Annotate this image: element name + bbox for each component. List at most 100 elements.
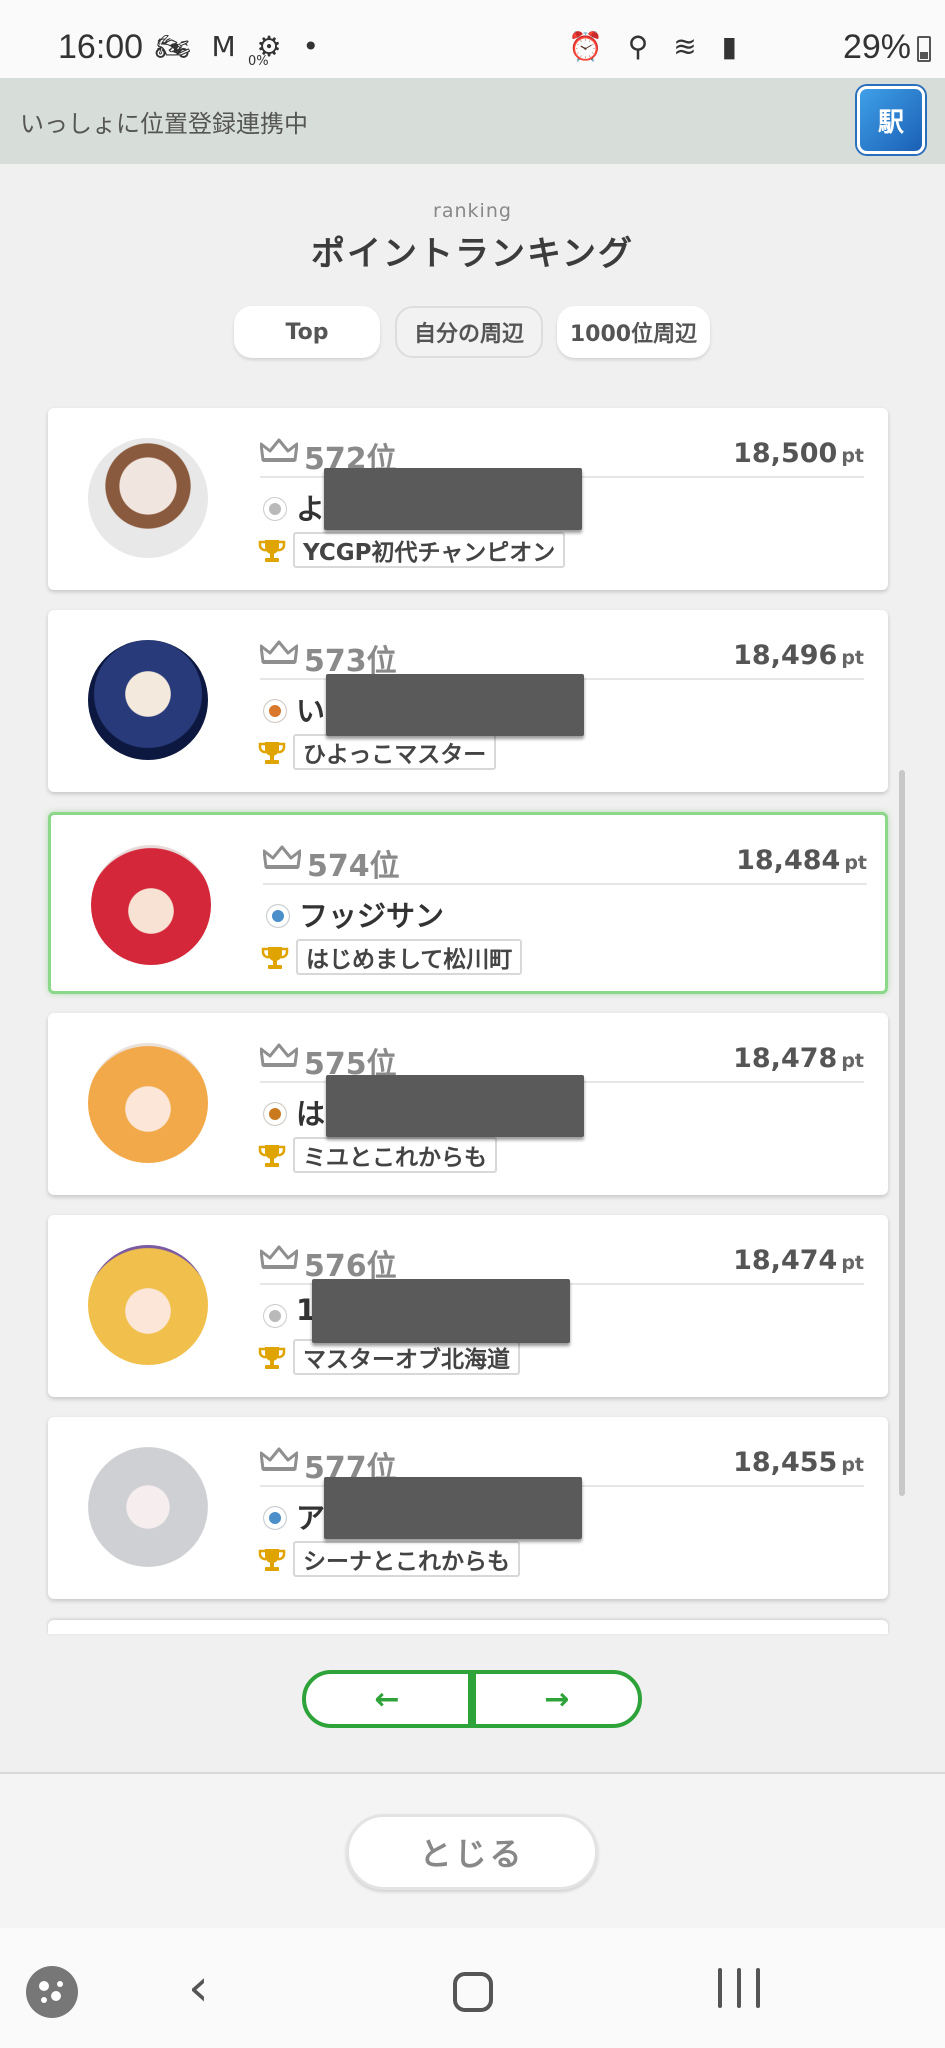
avatar xyxy=(91,845,211,965)
status-time: 16:00 xyxy=(58,28,144,66)
close-button[interactable]: とじる xyxy=(346,1814,598,1890)
status-system-icons: ⏰ ⚲ ≋ ▮ xyxy=(568,30,745,63)
pager: ← → xyxy=(302,1670,642,1728)
points-unit: pt xyxy=(841,1252,864,1274)
redaction-box xyxy=(324,1477,582,1539)
points-unit: pt xyxy=(841,1454,864,1476)
scrollbar[interactable] xyxy=(899,770,905,1496)
app-icon[interactable]: 駅 xyxy=(857,86,925,154)
crown-icon xyxy=(260,1043,298,1067)
navigation-bar: ‹ xyxy=(0,1928,945,2048)
player-name: ア xyxy=(296,1501,326,1535)
trophy-icon xyxy=(258,540,286,562)
trophy-icon xyxy=(258,1145,286,1167)
tab-around-me[interactable]: 自分の周辺 xyxy=(395,306,543,358)
points-value: 18,455 xyxy=(733,1447,838,1478)
tab-top[interactable]: Top xyxy=(234,306,380,358)
data-saver-text: 0% xyxy=(248,54,269,69)
home-icon[interactable] xyxy=(453,1972,493,2012)
arrow-right-icon: → xyxy=(544,1681,570,1717)
class-badge-icon xyxy=(264,498,286,520)
page-title: ポイントランキング xyxy=(311,234,634,274)
player-title: ミユとこれからも xyxy=(293,1137,497,1173)
next-page-button[interactable]: → xyxy=(476,1674,638,1724)
player-title: YCGP初代チャンピオン xyxy=(293,532,566,568)
class-badge-icon xyxy=(264,1305,286,1327)
tab-around-1000[interactable]: 1000位周辺 xyxy=(557,306,710,358)
game-launcher-icon[interactable] xyxy=(26,1966,78,2018)
location-link-banner: いっしょに位置登録連携中 駅 xyxy=(0,78,945,164)
crown-icon xyxy=(263,845,301,869)
points-unit: pt xyxy=(841,647,864,669)
recent-apps-icon[interactable] xyxy=(718,1968,760,2008)
pager-divider xyxy=(468,1674,476,1724)
class-badge-icon xyxy=(264,1507,286,1529)
avatar xyxy=(88,1043,208,1163)
points: 18,484 pt xyxy=(736,845,867,876)
back-icon[interactable]: ‹ xyxy=(188,1958,209,2018)
player-name: フッジサン xyxy=(299,899,445,933)
player-title: シーナとこれからも xyxy=(293,1541,520,1577)
points: 18,474 pt xyxy=(733,1245,864,1276)
points-unit: pt xyxy=(841,445,864,467)
avatar xyxy=(88,438,208,558)
arrow-left-icon: ← xyxy=(374,1681,400,1717)
rank-row: 574位 18,484 pt xyxy=(263,835,867,885)
class-badge-icon xyxy=(267,905,289,927)
redaction-box xyxy=(324,468,582,530)
footer: とじる xyxy=(0,1772,945,1928)
notification-icons-glyph: 🏍 M ⚙ • xyxy=(155,30,326,63)
ranking-card[interactable]: 572位 18,500 pt よ YCGP初代チャンピオン xyxy=(48,408,888,590)
rank-row: 576位 18,474 pt xyxy=(260,1235,864,1285)
player-name: は xyxy=(296,1097,326,1131)
crown-icon xyxy=(260,640,298,664)
points-value: 18,484 xyxy=(736,845,841,876)
banner-text: いっしょに位置登録連携中 xyxy=(20,110,308,138)
crown-icon xyxy=(260,1245,298,1269)
trophy-icon xyxy=(261,947,289,969)
points-unit: pt xyxy=(841,1050,864,1072)
points: 18,500 pt xyxy=(733,438,864,469)
redaction-box xyxy=(312,1279,570,1343)
points: 18,478 pt xyxy=(733,1043,864,1074)
app-icon-label: 駅 xyxy=(877,107,904,138)
avatar xyxy=(88,640,208,760)
status-bar: 16:00 🏍 M ⚙ • 0% ⏰ ⚲ ≋ ▮ 29% xyxy=(0,0,945,78)
trophy-icon xyxy=(258,742,286,764)
trophy-icon xyxy=(258,1549,286,1571)
class-badge-icon xyxy=(264,1103,286,1125)
ranking-card[interactable]: 576位 18,474 pt 1 マスターオブ北海道 xyxy=(48,1215,888,1397)
points-value: 18,496 xyxy=(733,640,838,671)
rank-row: 573位 18,496 pt xyxy=(260,630,864,680)
redaction-box xyxy=(326,674,584,736)
ranking-card[interactable]: 573位 18,496 pt いひよっこマスター xyxy=(48,610,888,792)
player-title: はじめまして松川町 xyxy=(296,939,523,975)
heading-subtitle: ranking xyxy=(433,200,512,222)
player-title: マスターオブ北海道 xyxy=(293,1339,520,1375)
ranking-card-partial xyxy=(48,1620,888,1634)
points: 18,496 pt xyxy=(733,640,864,671)
system-icons-glyph: ⏰ ⚲ ≋ ▮ xyxy=(568,30,745,63)
status-notification-icons: 🏍 M ⚙ • xyxy=(155,30,325,63)
battery-icon xyxy=(917,36,931,62)
avatar xyxy=(88,1245,208,1365)
crown-icon xyxy=(260,1447,298,1471)
player-name: よ xyxy=(296,492,326,526)
player-name: い xyxy=(296,694,326,728)
points-value: 18,478 xyxy=(733,1043,838,1074)
battery-percent: 29% xyxy=(842,28,911,66)
points-value: 18,474 xyxy=(733,1245,838,1276)
ranking-card-self[interactable]: 574位 18,484 pt フッジサンはじめまして松川町 xyxy=(48,812,888,994)
trophy-icon xyxy=(258,1347,286,1369)
prev-page-button[interactable]: ← xyxy=(306,1674,468,1724)
avatar xyxy=(88,1447,208,1567)
ranking-card[interactable]: 577位 18,455 pt アシーナとこれからも xyxy=(48,1417,888,1599)
crown-icon xyxy=(260,438,298,462)
ranking-card[interactable]: 575位 18,478 pt はミユとこれからも xyxy=(48,1013,888,1195)
points: 18,455 pt xyxy=(733,1447,864,1478)
redaction-box xyxy=(326,1075,584,1137)
points-unit: pt xyxy=(844,852,867,874)
points-value: 18,500 xyxy=(733,438,838,469)
rank-text: 574位 xyxy=(307,849,400,884)
class-badge-icon xyxy=(264,700,286,722)
